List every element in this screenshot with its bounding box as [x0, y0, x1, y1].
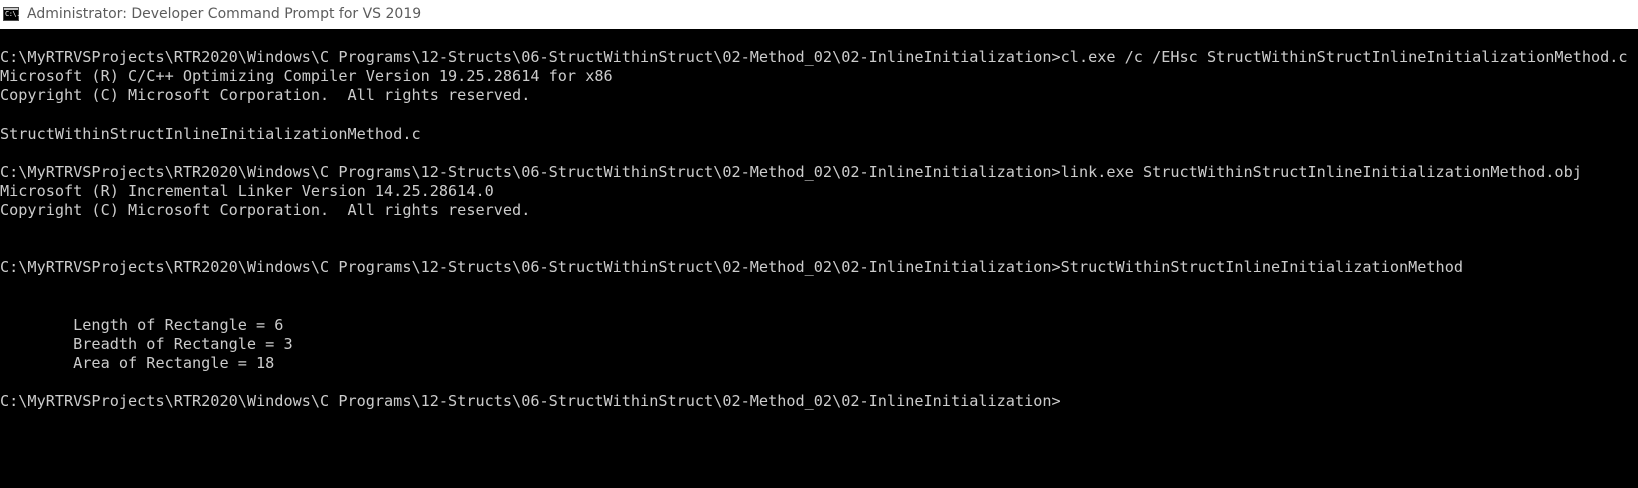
window-title: Administrator: Developer Command Prompt … [27, 6, 422, 22]
cmd-app-icon[interactable]: C:\. [3, 7, 20, 21]
console-line: Breadth of Rectangle = 3 [0, 335, 293, 353]
console-output[interactable]: C:\MyRTRVSProjects\RTR2020\Windows\C Pro… [0, 29, 1638, 488]
icon-glyph: C:\. [5, 10, 20, 18]
console-line: Microsoft (R) Incremental Linker Version… [0, 182, 494, 200]
command-prompt-window: C:\. Administrator: Developer Command Pr… [0, 0, 1638, 488]
console-line: Copyright (C) Microsoft Corporation. All… [0, 201, 531, 219]
console-prompt-line[interactable]: C:\MyRTRVSProjects\RTR2020\Windows\C Pro… [0, 391, 1061, 411]
console-line: Area of Rectangle = 18 [0, 354, 275, 372]
console-line: C:\MyRTRVSProjects\RTR2020\Windows\C Pro… [0, 258, 1463, 276]
title-bar[interactable]: C:\. Administrator: Developer Command Pr… [0, 0, 1638, 29]
console-line: Microsoft (R) C/C++ Optimizing Compiler … [0, 67, 613, 85]
console-line: Length of Rectangle = 6 [0, 316, 284, 334]
console-line: C:\MyRTRVSProjects\RTR2020\Windows\C Pro… [0, 163, 1582, 181]
console-line: C:\MyRTRVSProjects\RTR2020\Windows\C Pro… [0, 48, 1628, 66]
console-line: Copyright (C) Microsoft Corporation. All… [0, 86, 531, 104]
console-line: StructWithinStructInlineInitializationMe… [0, 125, 421, 143]
